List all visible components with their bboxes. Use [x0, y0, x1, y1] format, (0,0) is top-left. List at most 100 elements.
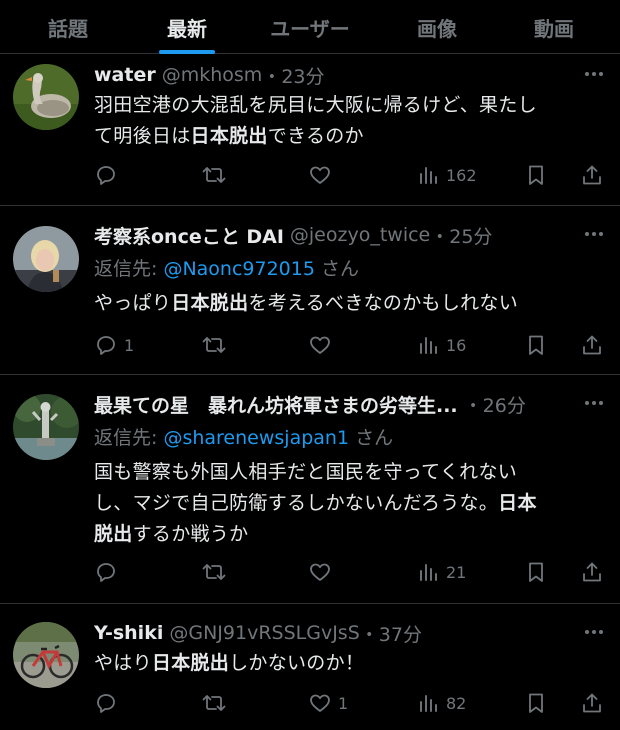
- share-button[interactable]: [580, 688, 604, 718]
- share-icon: [583, 165, 601, 185]
- reply-mention[interactable]: @sharenewsjapan1: [163, 427, 349, 449]
- heart-icon: [310, 694, 330, 712]
- reply-icon: [97, 563, 115, 582]
- retweet-button[interactable]: [201, 160, 227, 190]
- retweet-button[interactable]: [201, 330, 227, 360]
- tweet[interactable]: Y-shiki @GNJ91vRSSLGvJsS ・ 37分 やはり日本脱出しか…: [0, 604, 620, 730]
- tab-label: 動画: [534, 16, 574, 41]
- share-button[interactable]: [580, 160, 604, 190]
- user-handle[interactable]: @GNJ91vRSSLGvJsS: [169, 622, 359, 644]
- retweet-button[interactable]: [201, 557, 227, 587]
- views-icon: [420, 337, 437, 354]
- retweet-icon: [202, 695, 226, 711]
- bookmark-icon: [529, 165, 543, 185]
- more-icon[interactable]: [582, 62, 606, 86]
- more-icon[interactable]: [582, 222, 606, 246]
- highlight-keyword: 日本脱出: [151, 652, 230, 674]
- tweet[interactable]: 考察系onceこと DAI @jeozyo_twice ・ 25分 返信先: @…: [0, 206, 620, 375]
- avatar[interactable]: [13, 226, 79, 292]
- like-button[interactable]: [308, 557, 338, 587]
- display-name[interactable]: 最果ての星 暴れん坊将軍さまの劣等生...: [94, 391, 458, 418]
- tweet-header: Y-shiki @GNJ91vRSSLGvJsS ・ 37分: [94, 618, 560, 648]
- avatar[interactable]: [13, 622, 79, 688]
- tab-media[interactable]: 画像: [377, 0, 497, 54]
- tweet-actions: 1 82: [0, 688, 620, 718]
- like-button[interactable]: 1: [308, 688, 348, 718]
- timestamp[interactable]: 25分: [449, 222, 492, 249]
- heart-icon: [310, 563, 330, 581]
- reply-button[interactable]: [94, 160, 124, 190]
- retweet-icon: [202, 167, 226, 183]
- heart-icon: [310, 336, 330, 354]
- tweet[interactable]: water @mkhosm ・ 23分 羽田空港の大混乱を尻目に大阪に帰るけど、…: [0, 54, 620, 206]
- bookmark-button[interactable]: [524, 557, 548, 587]
- highlight-keyword: 脱出: [94, 523, 133, 545]
- tweet-text: 羽田空港の大混乱を尻目に大阪に帰るけど、果たし て明後日は日本脱出できるのか: [94, 90, 594, 152]
- text-line: し、マジで自己防衛するしかないんだろうな。日本: [94, 492, 537, 514]
- like-button[interactable]: [308, 160, 338, 190]
- reply-label: 返信先:: [94, 427, 164, 449]
- avatar-goose-image: [13, 64, 79, 130]
- bookmark-button[interactable]: [524, 160, 548, 190]
- retweet-button[interactable]: [201, 688, 227, 718]
- avatar[interactable]: [13, 394, 79, 460]
- bookmark-button[interactable]: [524, 330, 548, 360]
- text-line: やっぱり日本脱出を考えるべきなのかもしれない: [94, 292, 519, 314]
- reply-label: 返信先:: [94, 258, 164, 280]
- separator: ・: [430, 225, 450, 248]
- tab-videos[interactable]: 動画: [494, 0, 614, 54]
- like-button[interactable]: [308, 330, 338, 360]
- avatar[interactable]: [13, 64, 79, 130]
- more-icon[interactable]: [582, 391, 606, 415]
- timestamp[interactable]: 26分: [483, 391, 526, 418]
- like-count: 1: [338, 693, 349, 713]
- retweet-icon: [202, 337, 226, 353]
- bookmark-icon: [529, 335, 543, 355]
- highlight-keyword: 日本脱出: [171, 292, 249, 314]
- bookmark-button[interactable]: [524, 688, 548, 718]
- user-handle[interactable]: @mkhosm: [162, 64, 263, 86]
- view-count: 21: [446, 562, 467, 582]
- reply-context: 返信先: @Naonc972015 さん: [94, 254, 359, 281]
- tweet[interactable]: 最果ての星 暴れん坊将軍さまの劣等生... ・ 26分 返信先: @sharen…: [0, 375, 620, 604]
- tab-trending[interactable]: 話題: [8, 0, 128, 54]
- timestamp[interactable]: 23分: [281, 62, 324, 89]
- reply-suffix: さん: [349, 427, 394, 449]
- views-button[interactable]: 21: [416, 557, 466, 587]
- share-button[interactable]: [580, 557, 604, 587]
- tab-label: ユーザー: [270, 16, 350, 41]
- tab-label: 最新: [167, 16, 207, 41]
- display-name[interactable]: 考察系onceこと DAI: [94, 222, 284, 249]
- tab-latest[interactable]: 最新: [127, 0, 247, 54]
- views-button[interactable]: 162: [416, 160, 477, 190]
- views-button[interactable]: 16: [416, 330, 466, 360]
- tweet-text: やっぱり日本脱出を考えるべきなのかもしれない: [94, 288, 594, 319]
- display-name[interactable]: Y-shiki: [94, 622, 163, 644]
- tweet-text: やはり日本脱出しかないのか！: [94, 648, 594, 679]
- user-handle[interactable]: @jeozyo_twice: [290, 224, 430, 246]
- tweet-header: 考察系onceこと DAI @jeozyo_twice ・ 25分: [94, 220, 560, 250]
- text-line: 羽田空港の大混乱を尻目に大阪に帰るけど、果たし: [94, 94, 537, 116]
- display-name[interactable]: water: [94, 64, 156, 86]
- reply-button[interactable]: [94, 557, 124, 587]
- views-icon: [420, 564, 437, 581]
- views-button[interactable]: 82: [416, 688, 466, 718]
- tweet-actions: 1 16: [0, 330, 620, 360]
- share-button[interactable]: [580, 330, 604, 360]
- reply-button[interactable]: 1: [94, 330, 134, 360]
- tab-people[interactable]: ユーザー: [250, 0, 370, 54]
- reply-mention[interactable]: @Naonc972015: [163, 258, 315, 280]
- heart-icon: [310, 166, 330, 184]
- views-icon: [420, 167, 437, 184]
- reply-count: 1: [124, 335, 135, 355]
- timestamp[interactable]: 37分: [379, 620, 422, 647]
- tweet-header: 最果ての星 暴れん坊将軍さまの劣等生... ・ 26分: [94, 389, 560, 419]
- retweet-icon: [202, 564, 226, 580]
- reply-icon: [97, 336, 115, 355]
- more-icon[interactable]: [582, 620, 606, 644]
- separator: ・: [262, 65, 282, 88]
- tab-label: 画像: [417, 16, 457, 41]
- text-line: やはり日本脱出しかないのか！: [94, 652, 365, 674]
- view-count: 82: [446, 693, 467, 713]
- reply-button[interactable]: [94, 688, 124, 718]
